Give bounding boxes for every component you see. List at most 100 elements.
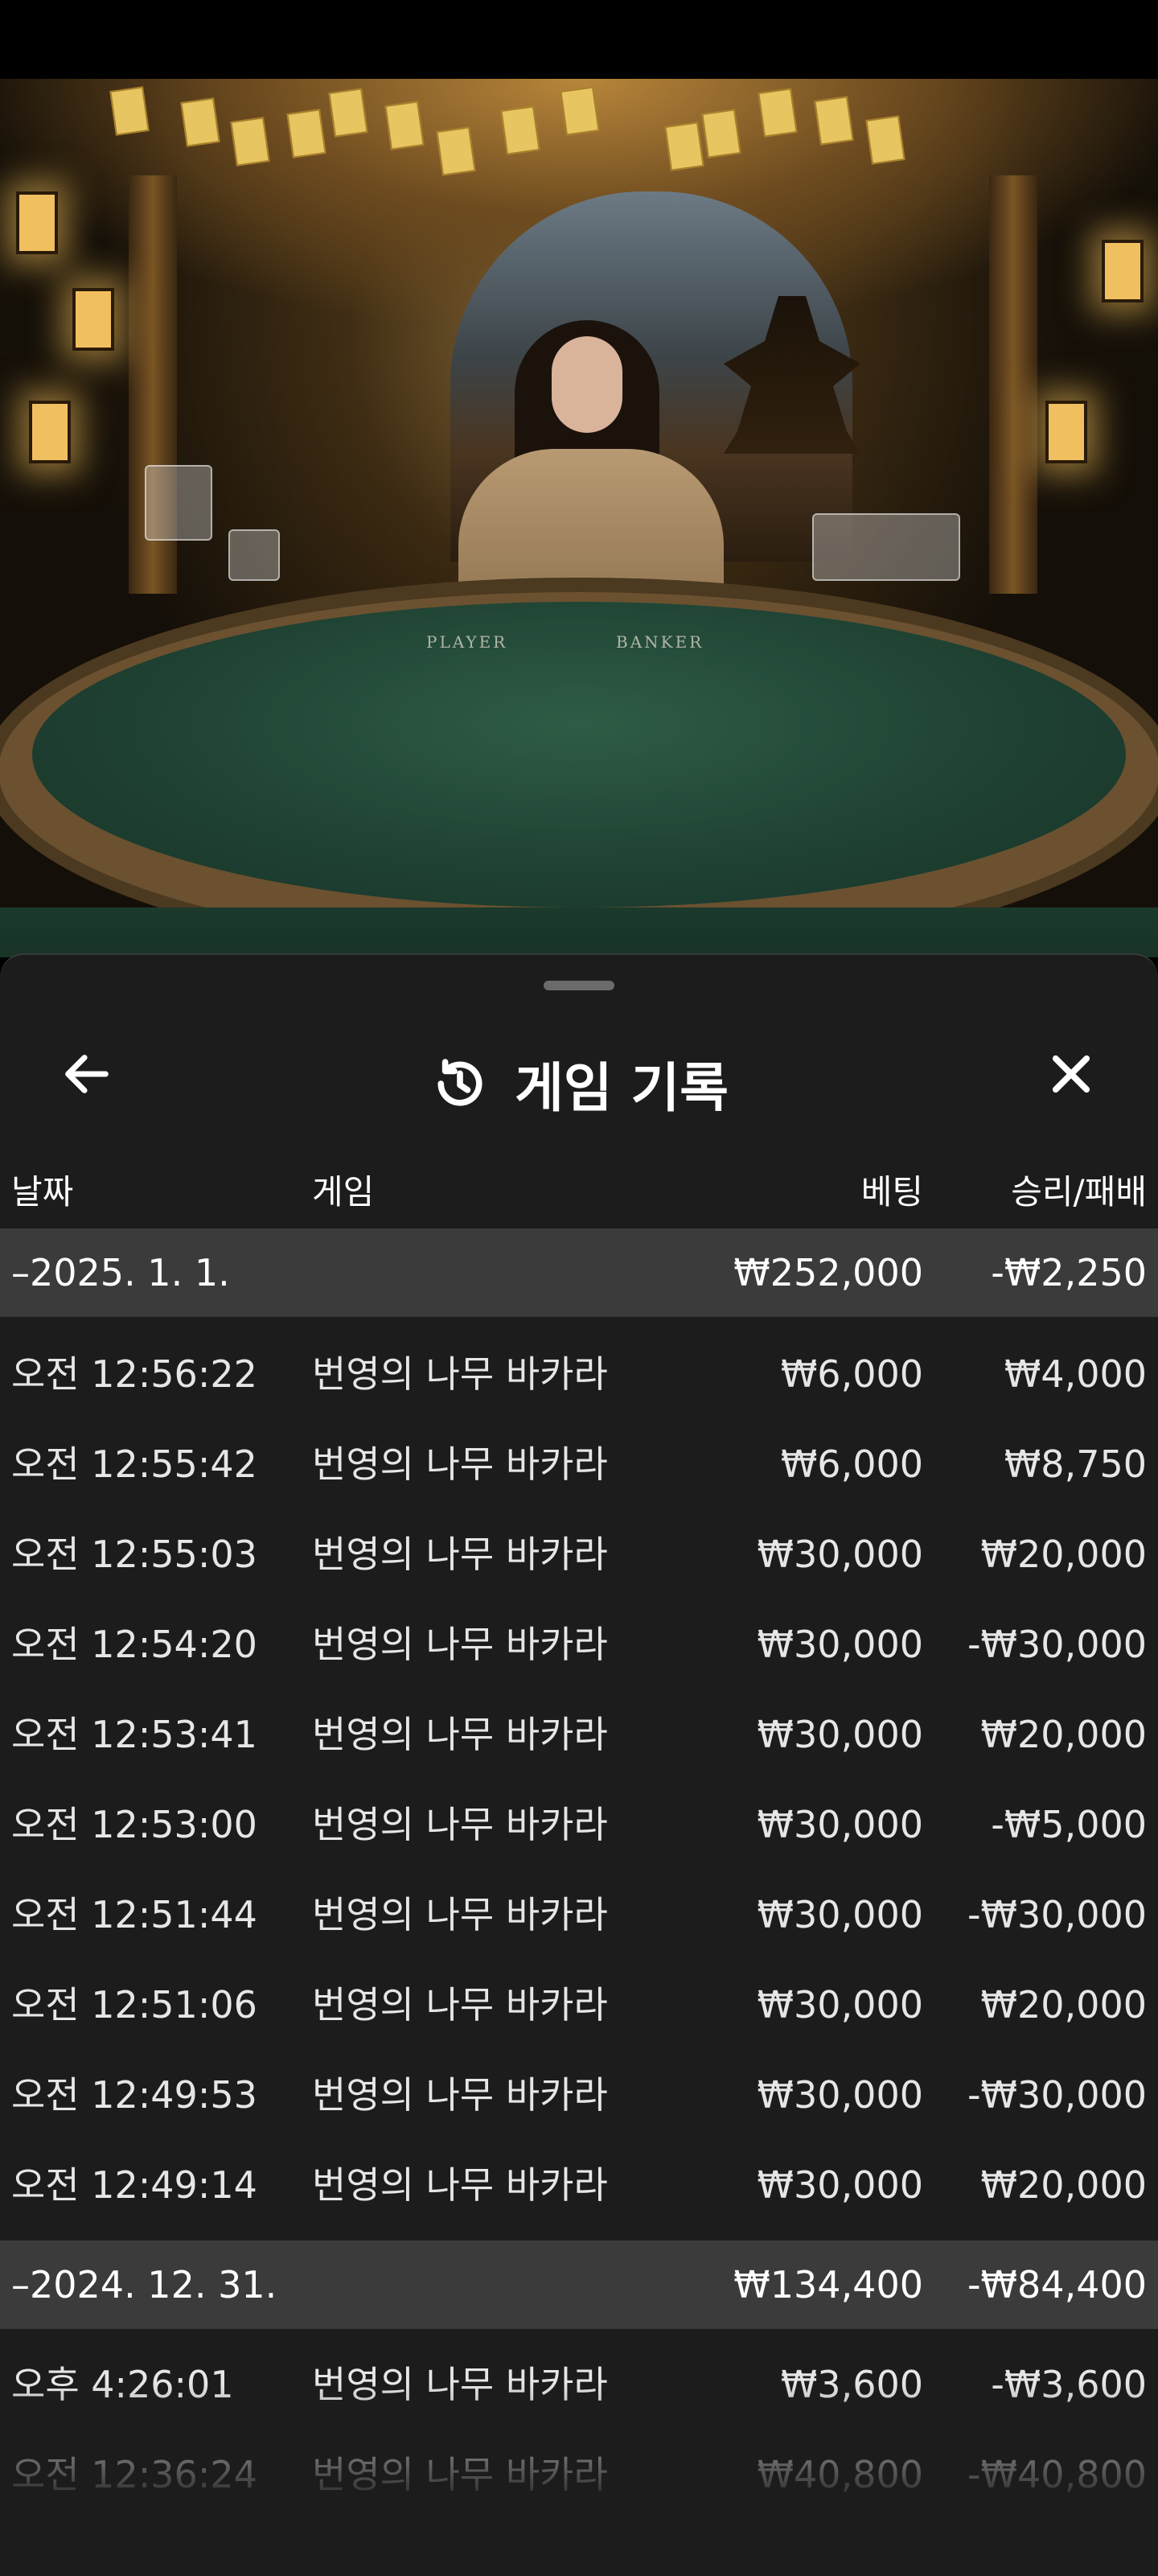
row-win-loss: ₩4,000 xyxy=(1004,1352,1147,1396)
lantern xyxy=(29,401,71,463)
hanging-card xyxy=(436,126,476,176)
row-time: 오전 12:36:24 xyxy=(11,2453,257,2496)
history-row[interactable]: 오후 4:26:01 번영의 나무 바카라 ₩3,600 -₩3,600 xyxy=(0,2339,1158,2430)
card-shoe xyxy=(812,513,960,581)
row-win-loss: -₩40,800 xyxy=(967,2453,1147,2496)
history-row[interactable]: 오전 12:51:06 번영의 나무 바카라 ₩30,000 ₩20,000 xyxy=(0,1960,1158,2050)
row-game: 번영의 나무 바카라 xyxy=(312,1442,608,1486)
dealer-face xyxy=(552,336,622,433)
column-win-loss: 승리/패배 xyxy=(1011,1172,1147,1212)
player-label: PLAYER xyxy=(426,632,508,652)
row-time: 오후 4:26:01 xyxy=(11,2363,234,2406)
history-row[interactable]: 오전 12:56:22 번영의 나무 바카라 ₩6,000 ₩4,000 xyxy=(0,1329,1158,1419)
hanging-card xyxy=(500,105,540,155)
live-dealer-video[interactable]: PLAYER BANKER xyxy=(0,79,1158,957)
row-time: 오전 12:49:14 xyxy=(11,2163,257,2207)
column-game: 게임 xyxy=(312,1172,375,1212)
history-row[interactable]: 오전 12:55:42 번영의 나무 바카라 ₩6,000 ₩8,750 xyxy=(0,1419,1158,1509)
history-row[interactable]: 오전 12:53:41 번영의 나무 바카라 ₩30,000 ₩20,000 xyxy=(0,1689,1158,1780)
row-bet: ₩6,000 xyxy=(780,1442,923,1486)
row-win-loss: ₩20,000 xyxy=(980,2163,1147,2207)
group-date: –2025. 1. 1. xyxy=(11,1251,230,1294)
row-bet: ₩3,600 xyxy=(780,2363,923,2406)
row-win-loss: ₩8,750 xyxy=(1004,1442,1147,1486)
column-bet: 베팅 xyxy=(860,1172,923,1212)
hanging-card xyxy=(701,109,741,158)
group-total-win-loss: -₩2,250 xyxy=(991,1251,1147,1294)
row-win-loss: -₩30,000 xyxy=(967,1893,1147,1936)
row-bet: ₩30,000 xyxy=(757,1893,923,1936)
row-game: 번영의 나무 바카라 xyxy=(312,1713,608,1756)
close-icon xyxy=(1052,1055,1090,1093)
row-time: 오전 12:53:00 xyxy=(11,1803,257,1846)
lantern xyxy=(72,288,114,351)
row-win-loss: -₩5,000 xyxy=(991,1803,1147,1846)
hanging-card xyxy=(664,121,704,171)
row-game: 번영의 나무 바카라 xyxy=(312,1803,608,1846)
row-time: 오전 12:51:44 xyxy=(11,1893,257,1936)
card-stack xyxy=(228,529,280,581)
status-bar xyxy=(0,0,1158,79)
history-row[interactable]: 오전 12:49:53 번영의 나무 바카라 ₩30,000 -₩30,000 xyxy=(0,2050,1158,2140)
column-date: 날짜 xyxy=(11,1172,74,1212)
row-time: 오전 12:55:03 xyxy=(11,1533,257,1576)
row-win-loss: -₩30,000 xyxy=(967,2073,1147,2117)
hanging-card xyxy=(865,115,905,165)
drag-handle[interactable] xyxy=(544,981,614,990)
row-game: 번영의 나무 바카라 xyxy=(312,2363,608,2406)
banker-label: BANKER xyxy=(616,632,704,652)
column-header: 날짜 게임 베팅 승리/패배 xyxy=(0,1156,1158,1228)
row-bet: ₩40,800 xyxy=(757,2453,923,2496)
game-history-sheet: 게임 기록 날짜 게임 베팅 승리/패배 –2025. 1. 1. ₩252,0… xyxy=(0,953,1158,2576)
row-time: 오전 12:49:53 xyxy=(11,2073,257,2117)
history-clock-icon xyxy=(437,1059,482,1106)
row-game: 번영의 나무 바카라 xyxy=(312,2163,608,2207)
row-bet: ₩30,000 xyxy=(757,1983,923,2027)
title-group: 게임 기록 xyxy=(0,1045,1158,1122)
hanging-card xyxy=(328,88,368,138)
group-total-bet: ₩252,000 xyxy=(733,1251,923,1294)
row-time: 오전 12:54:20 xyxy=(11,1623,257,1666)
hanging-card xyxy=(180,97,220,147)
card-discard xyxy=(145,465,212,541)
hanging-card xyxy=(384,101,425,150)
pillar xyxy=(989,175,1037,594)
hanging-card xyxy=(758,88,798,138)
sheet-header: 게임 기록 xyxy=(0,1003,1158,1156)
row-game: 번영의 나무 바카라 xyxy=(312,1893,608,1936)
group-total-bet: ₩134,400 xyxy=(733,2263,923,2306)
row-bet: ₩30,000 xyxy=(757,1533,923,1576)
history-row[interactable]: 오전 12:54:20 번영의 나무 바카라 ₩30,000 -₩30,000 xyxy=(0,1599,1158,1689)
row-win-loss: -₩3,600 xyxy=(991,2363,1147,2406)
hanging-card xyxy=(560,86,600,136)
row-bet: ₩30,000 xyxy=(757,1803,923,1846)
hanging-card xyxy=(109,86,150,136)
history-row[interactable]: 오전 12:55:03 번영의 나무 바카라 ₩30,000 ₩20,000 xyxy=(0,1509,1158,1599)
lantern xyxy=(1045,401,1087,463)
row-game: 번영의 나무 바카라 xyxy=(312,1623,608,1666)
row-game: 번영의 나무 바카라 xyxy=(312,2073,608,2117)
group-total-win-loss: -₩84,400 xyxy=(967,2263,1147,2306)
row-win-loss: -₩30,000 xyxy=(967,1623,1147,1666)
row-bet: ₩30,000 xyxy=(757,1623,923,1666)
close-button[interactable] xyxy=(1033,1035,1110,1113)
floor xyxy=(0,907,1158,957)
row-bet: ₩30,000 xyxy=(757,2073,923,2117)
history-row[interactable]: 오전 12:51:44 번영의 나무 바카라 ₩30,000 -₩30,000 xyxy=(0,1870,1158,1960)
row-time: 오전 12:56:22 xyxy=(11,1352,257,1396)
row-win-loss: ₩20,000 xyxy=(980,1983,1147,2027)
date-group-header[interactable]: –2024. 12. 31. ₩134,400 -₩84,400 xyxy=(0,2241,1158,2329)
row-game: 번영의 나무 바카라 xyxy=(312,1983,608,2027)
history-row[interactable]: 오전 12:53:00 번영의 나무 바카라 ₩30,000 -₩5,000 xyxy=(0,1780,1158,1870)
group-date: –2024. 12. 31. xyxy=(11,2263,277,2306)
date-group-header[interactable]: –2025. 1. 1. ₩252,000 -₩2,250 xyxy=(0,1228,1158,1317)
row-time: 오전 12:51:06 xyxy=(11,1983,257,2027)
hanging-card xyxy=(230,117,270,167)
history-row[interactable]: 오전 12:49:14 번영의 나무 바카라 ₩30,000 ₩20,000 xyxy=(0,2140,1158,2230)
row-win-loss: ₩20,000 xyxy=(980,1713,1147,1756)
row-bet: ₩30,000 xyxy=(757,1713,923,1756)
history-row[interactable]: 오전 12:36:24 번영의 나무 바카라 ₩40,800 -₩40,800 xyxy=(0,2430,1158,2520)
row-game: 번영의 나무 바카라 xyxy=(312,1533,608,1576)
hanging-card xyxy=(814,96,854,146)
lantern xyxy=(16,191,58,254)
